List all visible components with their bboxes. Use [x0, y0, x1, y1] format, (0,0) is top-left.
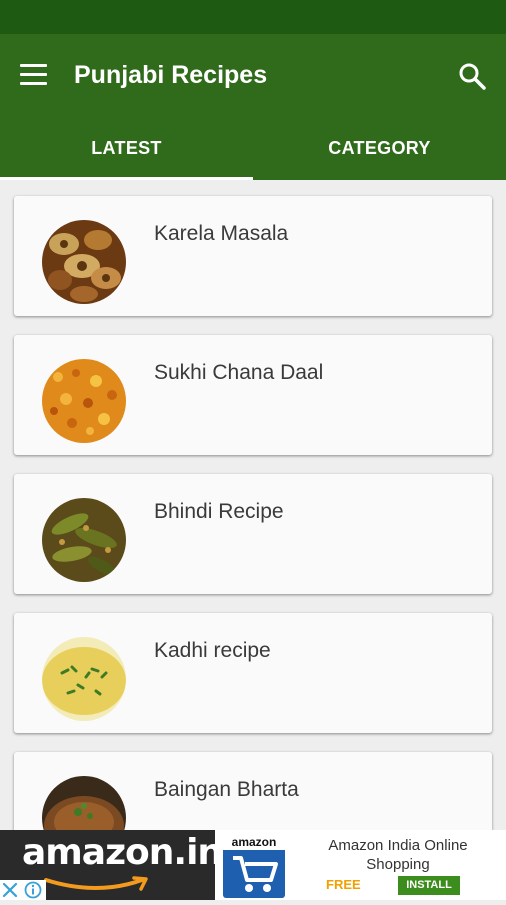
ad-choices[interactable]	[0, 880, 46, 900]
recipe-list[interactable]: Karela Masala Sukhi Chana Daal Bhindi Re…	[0, 180, 506, 830]
recipe-thumbnail	[42, 498, 126, 582]
ad-title: Amazon India Online Shopping	[328, 837, 468, 873]
recipe-card[interactable]: Karela Masala	[14, 196, 492, 316]
recipe-thumbnail	[42, 220, 126, 304]
tab-category[interactable]: CATEGORY	[253, 126, 506, 180]
recipe-card[interactable]: Kadhi recipe	[14, 613, 492, 733]
page-title: Punjabi Recipes	[74, 61, 268, 89]
tab-latest[interactable]: LATEST	[0, 126, 253, 180]
recipe-card[interactable]: Baingan Bharta	[14, 752, 492, 830]
recipe-thumbnail	[42, 637, 126, 721]
recipe-title: Kadhi recipe	[154, 639, 271, 662]
ad-price: FREE	[326, 877, 361, 892]
hamburger-menu-icon[interactable]	[20, 64, 48, 86]
search-icon[interactable]	[456, 60, 488, 92]
install-button[interactable]: INSTALL	[398, 876, 460, 895]
ad-banner[interactable]: amazon.in amazon Amazon India Online Sho…	[0, 830, 506, 900]
svg-text:amazon: amazon	[232, 835, 277, 849]
recipe-card[interactable]: Sukhi Chana Daal	[14, 335, 492, 455]
amazon-app-icon: amazon	[219, 830, 289, 900]
recipe-card[interactable]: Bhindi Recipe	[14, 474, 492, 594]
amazon-smile-icon	[44, 876, 148, 891]
status-bar	[0, 0, 506, 34]
tab-bar: LATEST CATEGORY	[0, 126, 506, 180]
app-bar: Punjabi Recipes LATEST CATEGORY	[0, 34, 506, 180]
recipe-title: Baingan Bharta	[154, 778, 299, 801]
close-icon	[2, 882, 18, 898]
recipe-thumbnail	[42, 359, 126, 443]
recipe-thumbnail	[42, 776, 126, 830]
recipe-title: Sukhi Chana Daal	[154, 361, 324, 384]
recipe-title: Karela Masala	[154, 222, 289, 245]
recipe-title: Bhindi Recipe	[154, 500, 284, 523]
